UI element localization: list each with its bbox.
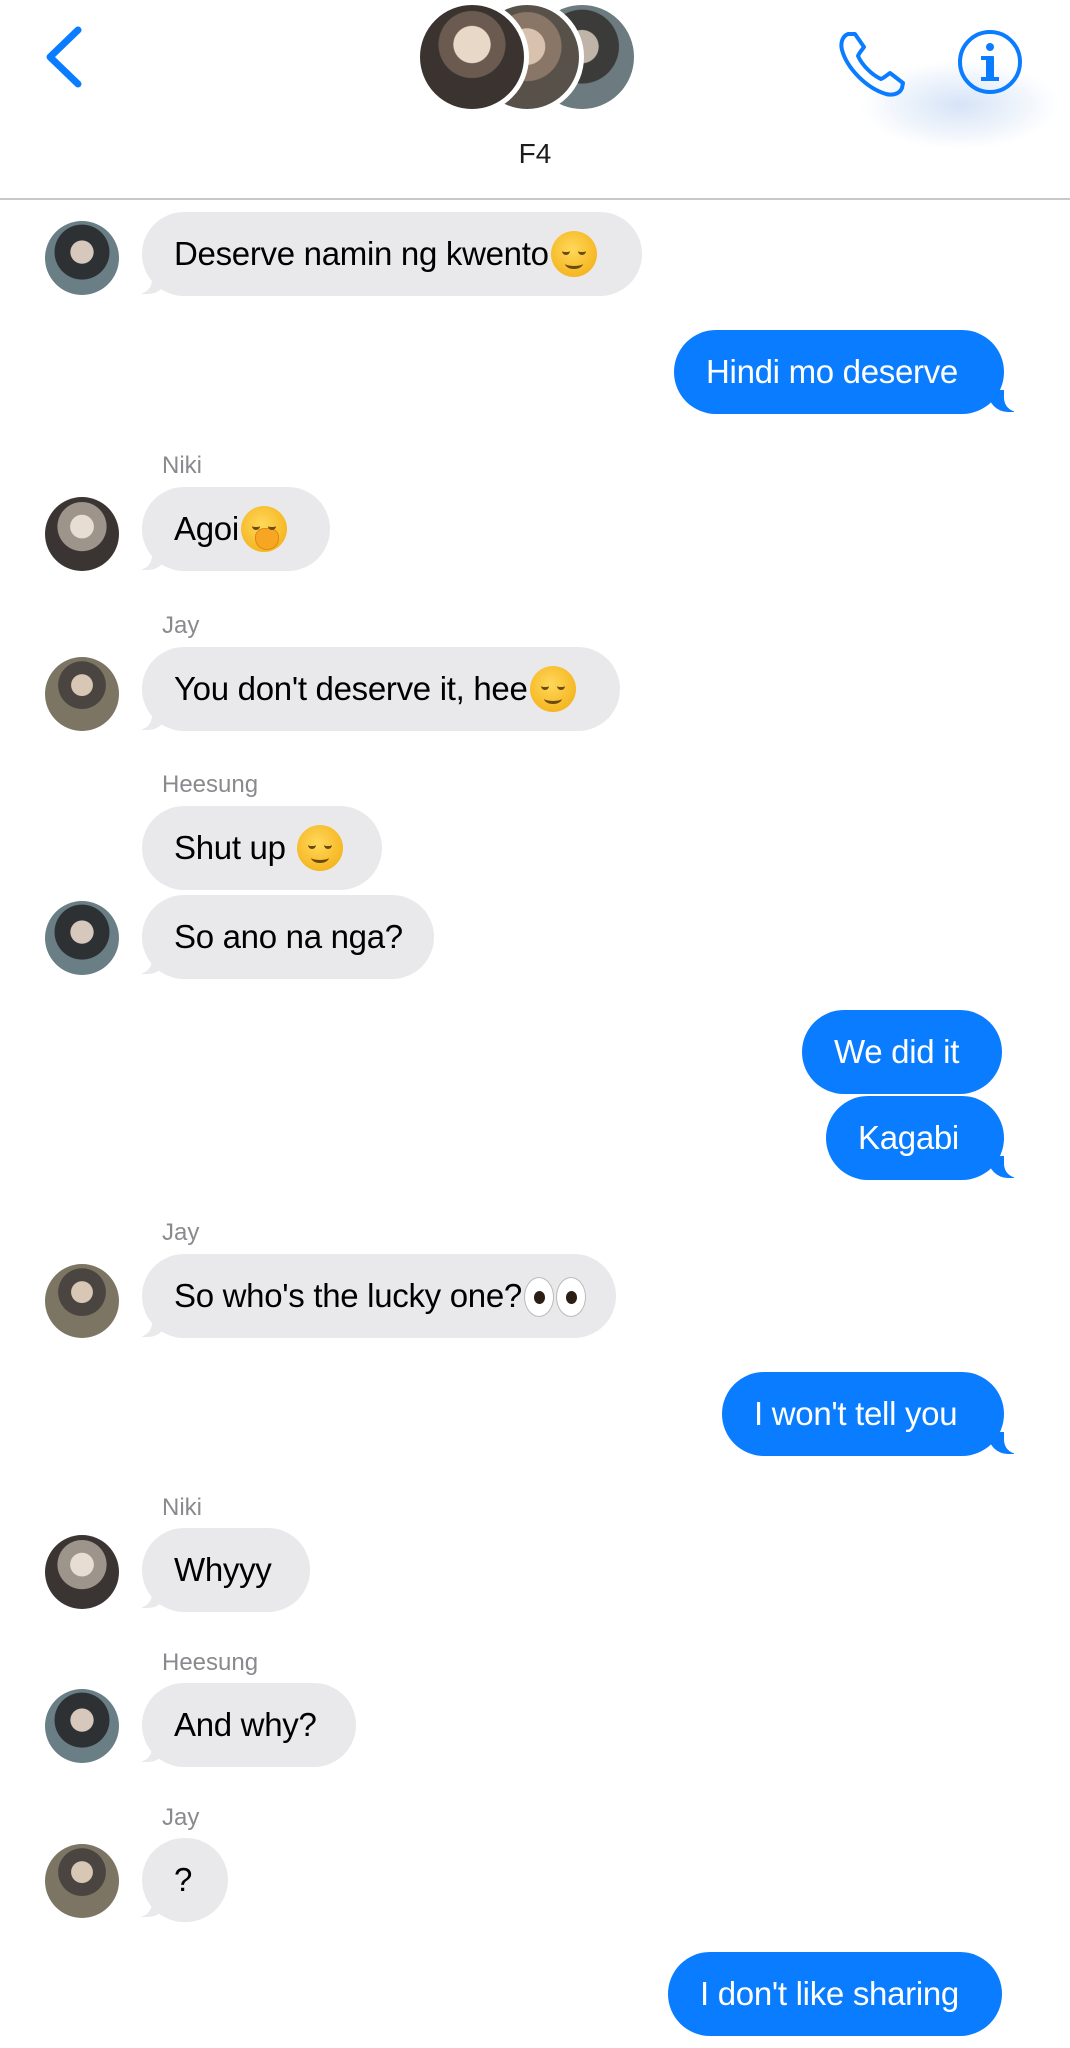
avatar[interactable] xyxy=(45,901,119,975)
message-bubble[interactable]: You don't deserve it, hee xyxy=(142,647,620,731)
group-name[interactable]: F4 xyxy=(0,138,1070,170)
message-bubble[interactable]: Deserve namin ng kwento xyxy=(142,212,642,296)
message-bubble[interactable]: I won't tell you xyxy=(722,1372,1004,1456)
sender-name: Niki xyxy=(162,452,202,479)
sender-name: Heesung xyxy=(162,771,259,798)
back-button[interactable] xyxy=(40,22,90,92)
message-text: Deserve namin ng kwento xyxy=(174,235,549,272)
avatar[interactable] xyxy=(45,221,119,295)
message-text: So ano na nga? xyxy=(174,918,403,955)
message-text: I don't like sharing xyxy=(700,1975,959,2012)
message-bubble[interactable]: ? xyxy=(142,1838,228,1922)
group-avatar-stack[interactable] xyxy=(415,0,655,115)
relieved-face-icon xyxy=(550,231,597,277)
message-bubble[interactable]: So ano na nga? xyxy=(142,895,434,979)
message-bubble[interactable]: I don't like sharing xyxy=(668,1952,1002,2036)
sender-name: Heesung xyxy=(162,1649,259,1676)
avatar[interactable] xyxy=(45,1689,119,1763)
slightly-smiling-face-icon xyxy=(296,825,343,871)
avatar[interactable] xyxy=(45,497,119,571)
call-button[interactable] xyxy=(834,26,910,102)
message-bubble[interactable]: Hindi mo deserve xyxy=(674,330,1004,414)
sender-name: Jay xyxy=(162,1804,200,1831)
message-text: You don't deserve it, hee xyxy=(174,670,528,707)
message-bubble[interactable]: Whyyy xyxy=(142,1528,310,1612)
message-bubble[interactable]: Shut up xyxy=(142,806,382,890)
info-icon xyxy=(958,30,1022,94)
message-bubble[interactable]: Kagabi xyxy=(826,1096,1004,1180)
message-text: Agoi xyxy=(174,510,239,547)
chat-header: F4 xyxy=(0,0,1070,200)
message-text: Kagabi xyxy=(858,1119,959,1156)
hand-over-mouth-face-icon xyxy=(240,506,287,552)
avatar[interactable] xyxy=(45,1535,119,1609)
message-bubble[interactable]: And why? xyxy=(142,1683,356,1767)
chevron-left-icon xyxy=(46,26,82,88)
message-bubble[interactable]: So who's the lucky one? xyxy=(142,1254,616,1338)
message-text: So who's the lucky one? xyxy=(174,1277,522,1314)
message-text: And why? xyxy=(174,1706,317,1743)
message-bubble[interactable]: We did it xyxy=(802,1010,1002,1094)
message-bubble[interactable]: Agoi xyxy=(142,487,330,571)
sender-name: Jay xyxy=(162,1219,200,1246)
message-text: Shut up xyxy=(174,829,295,866)
phone-icon xyxy=(839,32,905,97)
message-text: Whyyy xyxy=(174,1551,272,1588)
message-text: We did it xyxy=(834,1033,960,1070)
message-text: Hindi mo deserve xyxy=(706,353,958,390)
info-button[interactable] xyxy=(956,28,1024,96)
smiling-face-icon xyxy=(529,666,576,712)
avatar[interactable] xyxy=(45,1844,119,1918)
message-text: ? xyxy=(174,1861,193,1898)
sender-name: Jay xyxy=(162,612,200,639)
avatar[interactable] xyxy=(45,657,119,731)
sender-name: Niki xyxy=(162,1494,202,1521)
message-text: I won't tell you xyxy=(754,1395,958,1432)
group-avatar xyxy=(415,0,529,114)
avatar[interactable] xyxy=(45,1264,119,1338)
eyes-icon xyxy=(523,1273,587,1319)
